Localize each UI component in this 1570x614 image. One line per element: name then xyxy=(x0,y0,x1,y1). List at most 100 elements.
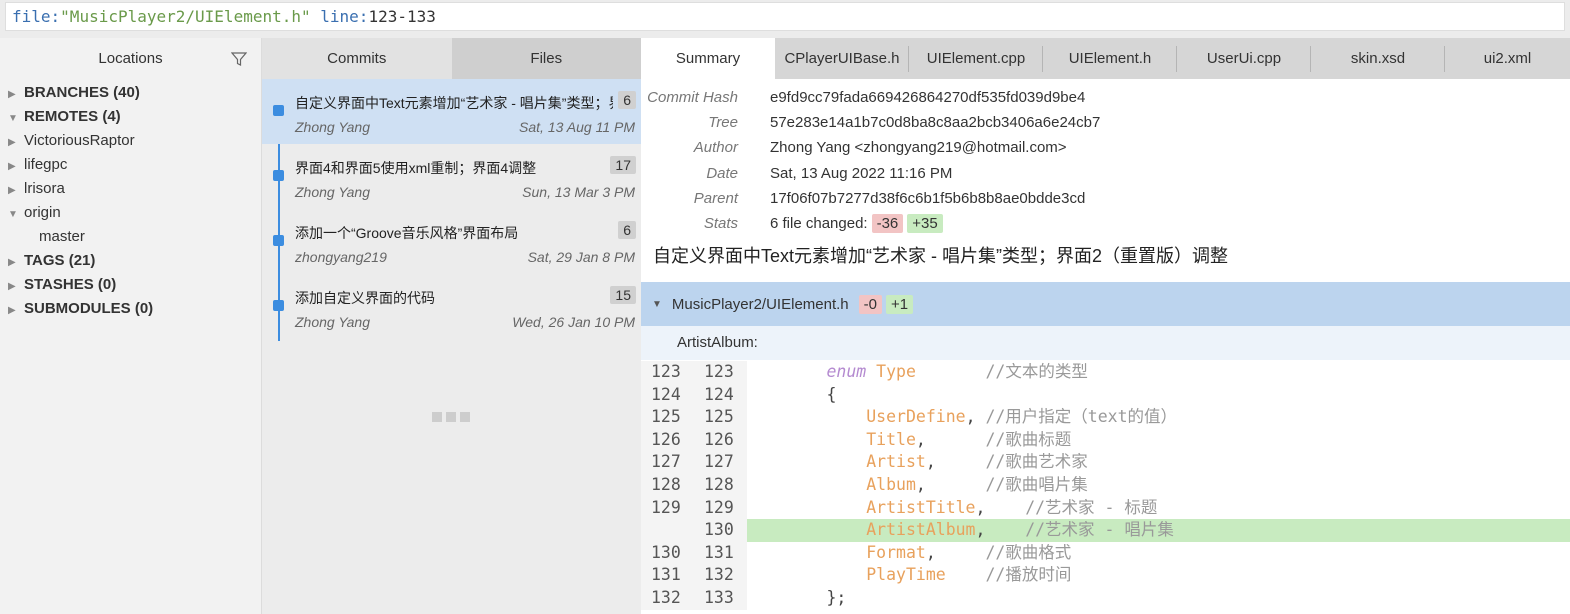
search-file-key: file: xyxy=(12,7,61,26)
commit-hash-value[interactable]: e9fd9cc79fada669426864270df535fd039d9be4 xyxy=(738,89,1085,106)
expand-triangle-icon[interactable]: ▶ xyxy=(8,131,24,155)
tree-item-remote-origin[interactable]: ▼ origin xyxy=(0,201,261,225)
commit-author: zhongyang219 xyxy=(295,249,387,265)
diff-file-name: MusicPlayer2/UIElement.h xyxy=(671,295,849,313)
tab-file[interactable]: CPlayerUIBase.h xyxy=(775,38,909,79)
commit-date: Sat, 29 Jan 8 PM xyxy=(527,249,635,265)
diff-file-header[interactable]: ▼ MusicPlayer2/UIElement.h -0 +1 xyxy=(641,282,1570,326)
expand-triangle-icon[interactable]: ▶ xyxy=(8,251,24,275)
stats-value: 6 file changed: -36 +35 xyxy=(738,214,943,234)
diff-line-text: ArtistTitle, //艺术家 - 标题 xyxy=(866,497,1158,517)
diff-line: 128 128 Album, //歌曲唱片集 xyxy=(641,473,1570,497)
tree-item-remote[interactable]: ▶ lifegpc xyxy=(0,153,261,177)
commit-date: Wed, 26 Jan 10 PM xyxy=(512,314,635,330)
tree-value[interactable]: 57e283e14a1b7c0d8ba8c8aa2bcb3406a6e24cb7 xyxy=(738,114,1100,131)
new-line-number: 126 xyxy=(694,428,747,452)
old-line-number: 126 xyxy=(641,428,694,452)
commit-message: 添加自定义界面的代码 xyxy=(295,290,435,306)
date-value: Sat, 13 Aug 2022 11:16 PM xyxy=(770,164,953,182)
filter-icon[interactable] xyxy=(231,51,247,67)
author-value: Zhong Yang <zhongyang219@hotmail.com> xyxy=(770,139,1067,157)
commits-tabs: Commits Files xyxy=(262,38,641,79)
tree-item-remotes[interactable]: ▼ REMOTES (4) xyxy=(0,105,261,129)
commit-node-icon xyxy=(273,105,284,116)
author-label: Author xyxy=(693,139,738,157)
expand-triangle-icon[interactable]: ▶ xyxy=(8,155,24,179)
diff-line-text: Format, //歌曲格式 xyxy=(866,542,1072,562)
tree-item-stashes[interactable]: ▶ STASHES (0) xyxy=(0,273,261,297)
new-line-number: 129 xyxy=(694,496,747,520)
commit-file-count: 6 xyxy=(618,221,636,239)
tree-item-tags[interactable]: ▶ TAGS (21) xyxy=(0,249,261,273)
commit-file-count: 17 xyxy=(610,156,636,174)
diff-line: 131 132 PlayTime //播放时间 xyxy=(641,564,1570,587)
diff-line: 124 124 { xyxy=(641,383,1570,407)
commit-date: Sun, 13 Mar 3 PM xyxy=(522,184,635,200)
date-label: Date xyxy=(706,164,738,182)
commit-row[interactable]: 添加自定义界面的代码 15 Zhong Yang Wed, 26 Jan 10 P… xyxy=(262,274,641,339)
locations-title: Locations xyxy=(98,50,163,67)
search-line-value: 123-133 xyxy=(368,7,436,26)
tree-item-remote[interactable]: ▶ VictoriousRaptor xyxy=(0,129,261,153)
new-line-number: 130 xyxy=(694,519,747,542)
diff-line-text: enum Type //文本的类型 xyxy=(826,362,1088,381)
removed-badge: -36 xyxy=(871,214,904,234)
commit-subject: 自定义界面中Text元素增加“艺术家 - 唱片集”类型；界面2（重置版）调整 xyxy=(653,246,1229,266)
tab-file[interactable]: UserUi.cpp xyxy=(1177,38,1311,79)
locations-panel: Locations ▶ BRANCHES (40) ▼ REMOTES (4) ▶ V… xyxy=(0,38,262,614)
search-line-key: line: xyxy=(320,7,369,26)
tree-item-submodules[interactable]: ▶ SUBMODULES (0) xyxy=(0,297,261,321)
old-line-number: 129 xyxy=(641,496,694,520)
old-line-number: 123 xyxy=(641,361,694,384)
tab-files[interactable]: Files xyxy=(451,38,641,79)
expand-triangle-icon[interactable]: ▶ xyxy=(8,179,24,203)
diff-line: 129 129 ArtistTitle, //艺术家 - 标题 xyxy=(641,496,1570,520)
old-line-number: 124 xyxy=(641,383,694,407)
new-line-number: 127 xyxy=(694,451,747,474)
added-badge: +35 xyxy=(907,214,943,234)
diff-line: 125 125 UserDefine, //用户指定（text的值） xyxy=(641,406,1570,429)
old-line-number: 130 xyxy=(641,541,694,565)
tab-file[interactable]: skin.xsd xyxy=(1311,38,1445,79)
tree-item-branches[interactable]: ▶ BRANCHES (40) xyxy=(0,81,261,105)
parent-value[interactable]: 17f06f07b7277d38f6c6b1f5b6b8b8ae0bdde3cd xyxy=(738,190,1085,207)
tab-file[interactable]: UIElement.cpp xyxy=(909,38,1043,79)
tab-file[interactable]: ui2.xml xyxy=(1445,38,1570,79)
old-line-number: 127 xyxy=(641,451,694,474)
new-line-number: 132 xyxy=(694,564,747,587)
tree-item-branch-master[interactable]: master xyxy=(0,225,261,249)
diff-line: 126 126 Title, //歌曲标题 xyxy=(641,428,1570,452)
file-tabs: Summary CPlayerUIBase.h UIElement.cpp UI… xyxy=(641,38,1570,79)
tab-summary[interactable]: Summary xyxy=(641,38,775,79)
commit-message: 界面4和界面5使用xml重制；界面4调整 xyxy=(295,160,537,176)
commit-author: Zhong Yang xyxy=(295,314,370,330)
tab-file[interactable]: UIElement.h xyxy=(1043,38,1177,79)
search-bar: file:"MusicPlayer2/UIElement.h" line:123… xyxy=(0,0,1570,38)
tree-item-remote[interactable]: ▶ lrisora xyxy=(0,177,261,201)
parent-label: Parent xyxy=(693,189,738,207)
commit-node-icon xyxy=(273,235,284,246)
commit-row[interactable]: 界面4和界面5使用xml重制；界面4调整 17 Zhong Yang Sun, 1… xyxy=(262,144,641,209)
collapse-triangle-icon[interactable]: ▼ xyxy=(8,107,24,131)
expand-triangle-icon[interactable]: ▶ xyxy=(8,299,24,323)
load-more-icon[interactable] xyxy=(432,412,470,422)
search-input[interactable]: file:"MusicPlayer2/UIElement.h" line:123… xyxy=(5,2,1565,31)
diff-line: 127 127 Artist, //歌曲艺术家 xyxy=(641,451,1570,474)
commit-row[interactable]: 自定义界面中Text元素增加“艺术家 - 唱片集”类型；界面2（重置版）调整 6… xyxy=(262,79,641,144)
commit-row[interactable]: 添加一个“Groove音乐风格”界面布局 6 zhongyang219 Sat, … xyxy=(262,209,641,274)
diff-line-text: Artist, //歌曲艺术家 xyxy=(866,452,1088,472)
commit-message: 自定义界面中Text元素增加“艺术家 - 唱片集”类型；界面2（重置版）调整 xyxy=(295,95,613,111)
collapse-triangle-icon[interactable]: ▼ xyxy=(652,299,662,310)
search-file-value: "MusicPlayer2/UIElement.h" xyxy=(60,7,311,26)
locations-tree: ▶ BRANCHES (40) ▼ REMOTES (4) ▶ VictoriousR… xyxy=(0,80,261,321)
expand-triangle-icon[interactable]: ▶ xyxy=(8,275,24,299)
collapse-triangle-icon[interactable]: ▼ xyxy=(8,203,24,227)
tree-label: Tree xyxy=(708,114,738,132)
commit-file-count: 6 xyxy=(618,91,636,109)
tab-commits[interactable]: Commits xyxy=(262,38,452,79)
commit-hash-label: Commit Hash xyxy=(647,89,738,107)
old-line-number xyxy=(641,519,694,542)
expand-triangle-icon[interactable]: ▶ xyxy=(8,83,24,107)
diff-line-text: }; xyxy=(826,587,847,607)
commits-panel: Commits Files 自定义界面中Text元素增加“艺术家 - 唱片集”类… xyxy=(262,38,641,614)
